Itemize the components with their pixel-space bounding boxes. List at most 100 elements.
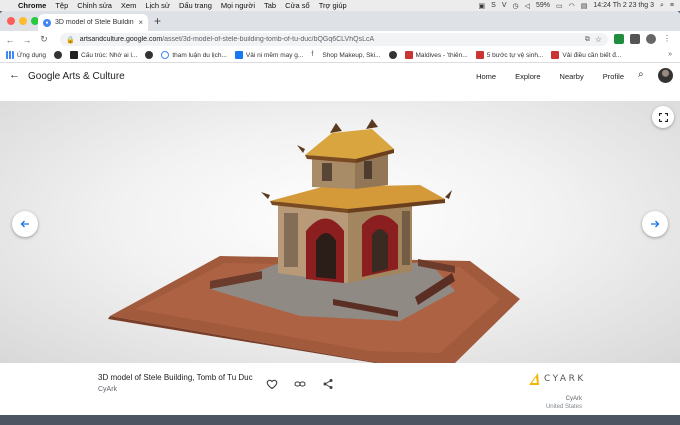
battery-text: 59%	[536, 2, 551, 9]
mac-menubar: Chrome Tệp Chỉnh sửa Xem Lịch sử Dấu tra…	[0, 0, 680, 11]
window-controls	[7, 17, 39, 25]
address-bar[interactable]: 🔒 artsandculture.google.com/asset/3d-mod…	[60, 33, 608, 46]
facade-panel	[284, 213, 298, 267]
browser-window: ● 3D model of Stele Building, To × + ← →…	[0, 11, 680, 415]
bookmarks-bar: Ứng dụng Cấu trúc: Nhớ ai l... tham luận…	[0, 48, 680, 63]
bookmark-item[interactable]: Vải điều cần biết đ...	[551, 51, 621, 59]
volume-icon[interactable]: ◁	[525, 2, 530, 10]
asset-info-bar: 3D model of Stele Building, Tomb of Tu D…	[0, 363, 680, 415]
site-icon: f	[311, 51, 314, 58]
notification-center-icon[interactable]: ≡	[670, 2, 674, 9]
heart-icon[interactable]	[266, 378, 278, 390]
bookmark-item[interactable]	[145, 51, 154, 59]
fullscreen-icon	[658, 112, 668, 122]
lock-icon[interactable]: 🔒	[66, 36, 75, 44]
3d-model-viewer[interactable]	[0, 101, 680, 363]
battery-icon[interactable]: ▭	[556, 2, 563, 10]
share-icon[interactable]	[322, 378, 334, 390]
menu-people[interactable]: Mọi người	[221, 1, 255, 10]
timer-icon[interactable]: ◷	[513, 2, 519, 10]
menu-tab[interactable]: Tab	[264, 1, 276, 10]
stele-building-model[interactable]	[0, 101, 680, 363]
partner-name[interactable]: CyArk	[566, 396, 582, 402]
front-arch-opening	[316, 233, 336, 279]
browser-toolbar: ← → ↻ 🔒 artsandculture.google.com/asset/…	[0, 31, 680, 48]
menu-file[interactable]: Tệp	[55, 1, 68, 10]
bookmark-item[interactable]: Cấu trúc: Nhớ ai l...	[70, 51, 137, 59]
menu-view[interactable]: Xem	[121, 1, 136, 10]
asset-creator[interactable]: CyArk	[98, 386, 117, 393]
bookmark-item[interactable]	[54, 51, 63, 59]
globe-icon	[145, 51, 154, 59]
translate-icon[interactable]: ⧉	[585, 36, 590, 44]
bookmark-label: Shop Makeup, Ski...	[322, 51, 381, 59]
tab-close-icon[interactable]: ×	[138, 18, 143, 27]
menu-history[interactable]: Lịch sử	[145, 1, 170, 10]
fullscreen-button[interactable]	[652, 106, 674, 128]
tab-active[interactable]: ● 3D model of Stele Building, To ×	[38, 14, 148, 31]
menu-edit[interactable]: Chỉnh sửa	[77, 1, 112, 10]
menu-kebab-icon[interactable]: ⋮	[662, 34, 672, 44]
forward-icon[interactable]: →	[20, 35, 34, 45]
bookmark-item[interactable]: f Shop Makeup, Ski...	[311, 51, 380, 59]
bookmarks-overflow-icon[interactable]: »	[668, 51, 672, 58]
avatar[interactable]	[658, 68, 673, 83]
site-icon	[475, 51, 484, 59]
next-asset-button[interactable]	[642, 211, 668, 237]
cyark-logo[interactable]: CYARK	[528, 372, 586, 386]
asset-actions	[266, 378, 334, 390]
previous-asset-button[interactable]	[12, 211, 38, 237]
wifi-icon[interactable]: ◠	[569, 2, 575, 10]
bookmark-item[interactable]: Vải ni mềm may g...	[234, 51, 303, 59]
menu-window[interactable]: Cửa sổ	[285, 1, 310, 10]
bookmark-apps[interactable]: Ứng dụng	[6, 51, 46, 59]
roof-ornament	[445, 190, 452, 199]
extension-icon[interactable]	[614, 34, 624, 44]
site-icon	[70, 51, 79, 59]
url-text[interactable]: artsandculture.google.com/asset/3d-model…	[80, 36, 580, 43]
apps-grid-icon	[6, 51, 14, 59]
url-path: /asset/3d-model-of-stele-building-tomb-o…	[162, 36, 375, 43]
new-tab-button[interactable]: +	[154, 15, 161, 27]
search-icon[interactable]: ⌕	[638, 69, 644, 80]
spotlight-icon[interactable]: ⌕	[660, 2, 664, 10]
upper-window	[322, 163, 332, 181]
menu-bookmarks[interactable]: Dấu trang	[179, 1, 212, 10]
url-host: artsandculture.google.com	[79, 36, 163, 43]
back-arrow-icon[interactable]: ←	[9, 69, 20, 81]
link-icon[interactable]	[294, 378, 306, 390]
nav-profile[interactable]: Profile	[603, 72, 624, 81]
reload-icon[interactable]: ↻	[37, 34, 51, 45]
nav-home[interactable]: Home	[476, 72, 496, 81]
bookmark-label: Ứng dụng	[17, 51, 47, 59]
roof-ornament	[366, 119, 378, 129]
site-icon	[551, 51, 560, 59]
bookmark-item[interactable]: 5 bước tự vệ sinh...	[475, 51, 544, 59]
minimize-window-button[interactable]	[19, 17, 27, 25]
menu-help[interactable]: Trợ giúp	[319, 1, 347, 10]
facade-panel	[402, 211, 410, 265]
bookmark-star-icon[interactable]: ☆	[595, 35, 602, 44]
bookmark-item[interactable]	[388, 51, 397, 59]
back-icon[interactable]: ←	[3, 35, 17, 45]
nav-explore[interactable]: Explore	[515, 72, 540, 81]
nav-nearby[interactable]: Nearby	[560, 72, 584, 81]
bookmark-item[interactable]: Maldives - 'thiên...	[404, 51, 468, 59]
clock[interactable]: 14:24 Th 2 23 thg 3	[593, 2, 654, 9]
close-window-button[interactable]	[7, 17, 15, 25]
viber-icon[interactable]: V	[502, 2, 507, 9]
bookmark-item[interactable]: tham luận du lịch...	[161, 51, 227, 59]
site-nav: Home Explore Nearby Profile	[476, 72, 624, 81]
extension-icon[interactable]	[630, 34, 640, 44]
flag-icon[interactable]: ▤	[581, 2, 588, 10]
bookmark-label: Vải điều cần biết đ...	[562, 51, 622, 59]
side-arch-opening	[372, 229, 388, 273]
skype-icon[interactable]: S	[491, 2, 496, 9]
bookmark-label: 5 bước tự vệ sinh...	[486, 51, 544, 59]
page: ← Google Arts & Culture Home Explore Nea…	[0, 63, 680, 415]
menu-chrome[interactable]: Chrome	[18, 1, 46, 10]
site-brand[interactable]: Google Arts & Culture	[28, 71, 125, 82]
profile-icon[interactable]	[646, 34, 656, 44]
cyark-logo-mark	[529, 373, 539, 385]
status-icon-1[interactable]: ▣	[479, 2, 486, 10]
